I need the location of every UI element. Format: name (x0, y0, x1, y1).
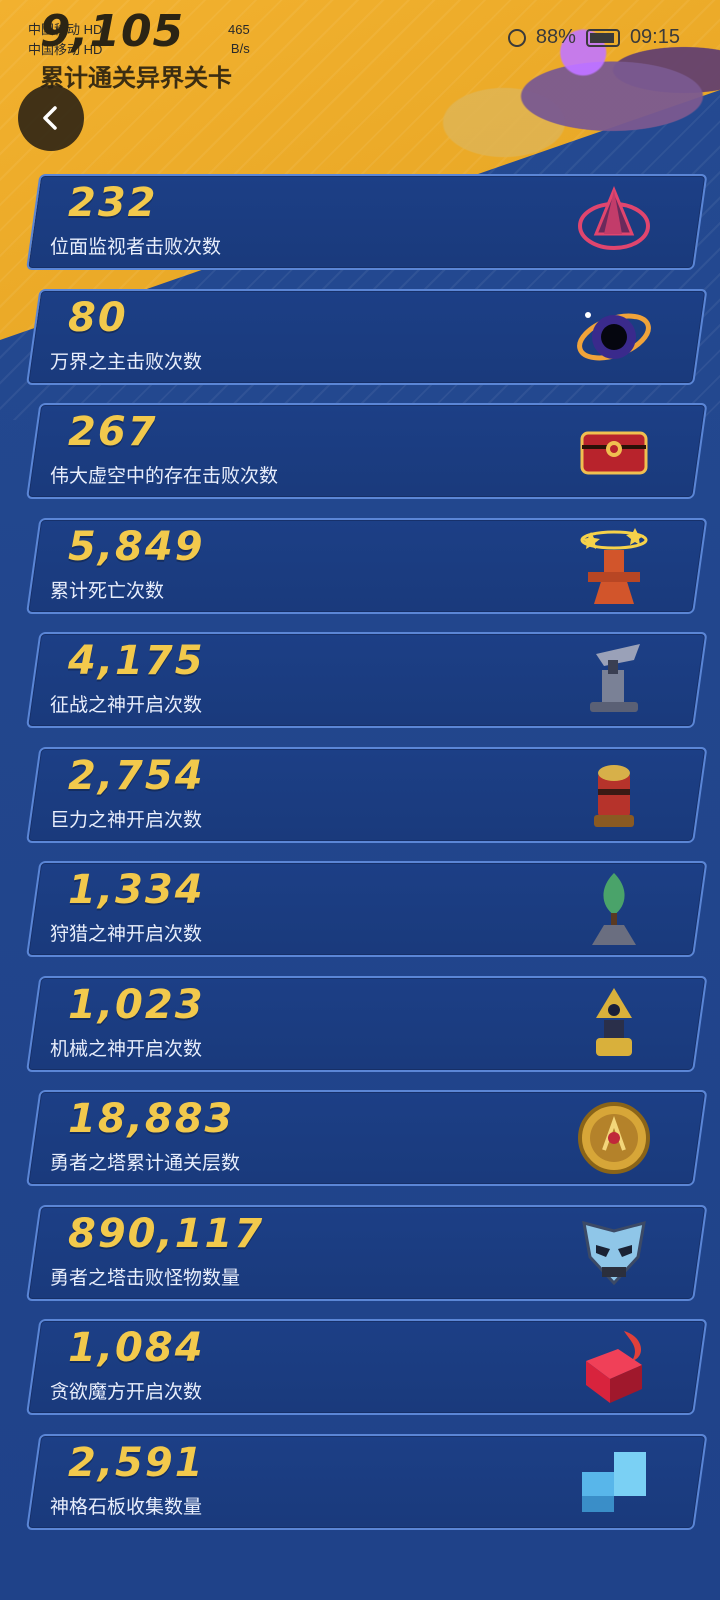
stat-label: 累计死亡次数 (50, 579, 165, 602)
back-button[interactable] (18, 85, 84, 151)
stat-value: 1,023 (68, 981, 205, 1028)
clock-time: 09:15 (629, 26, 680, 48)
war-totem-icon (574, 640, 654, 720)
stat-value: 80 (68, 294, 128, 341)
stat-card: 267 伟大虚空中的存在击败次数 (26, 403, 708, 499)
network-speed: 465 B/s (228, 20, 250, 58)
stat-value: 5,849 (68, 523, 205, 570)
stat-card: 80 万界之主击败次数 (26, 288, 708, 385)
battery-icon (585, 28, 620, 47)
black-hole-icon (574, 297, 654, 377)
monster-mask-icon (574, 1213, 654, 1293)
stat-card: 2,754 巨力之神开启次数 (26, 746, 708, 843)
stat-value: 2,754 (68, 752, 205, 799)
stat-value: 890,117 (68, 1210, 265, 1257)
status-right: 88% 09:15 (507, 26, 680, 49)
stat-value: 267 (68, 409, 158, 455)
stat-label: 机械之神开启次数 (50, 1037, 203, 1060)
stat-card: 1,023 机械之神开启次数 (26, 975, 708, 1072)
alarm-icon (507, 28, 526, 47)
red-chest-icon (574, 411, 654, 491)
stat-label: 勇者之塔累计通关层数 (50, 1152, 241, 1174)
might-totem-icon (574, 755, 654, 835)
stat-card: 1,334 狩猎之神开启次数 (26, 861, 708, 957)
battery-percent: 88% (535, 26, 576, 48)
stat-value: 18,883 (68, 1096, 235, 1142)
dizzy-dummy-icon (574, 526, 654, 606)
stat-card: 4,175 征战之神开启次数 (26, 632, 708, 728)
total-stages-value: 9,105 (40, 6, 185, 57)
stat-value: 2,591 (68, 1439, 205, 1486)
stat-card: 1,084 贪欲魔方开启次数 (26, 1319, 708, 1415)
stat-card: 890,117 勇者之塔击败怪物数量 (26, 1204, 708, 1301)
network-speed-value: 465 (228, 22, 250, 37)
stat-label: 神格石板收集数量 (50, 1495, 203, 1518)
stat-label: 巨力之神开启次数 (50, 808, 203, 831)
total-stages-label: 累计通关异界关卡 (40, 64, 232, 92)
stone-tablet-icon (574, 1442, 654, 1522)
crystal-pyramid-icon (574, 182, 654, 262)
stat-label: 贪欲魔方开启次数 (50, 1381, 203, 1403)
stat-value: 1,334 (68, 867, 205, 913)
stat-label: 勇者之塔击败怪物数量 (50, 1266, 241, 1289)
stat-label: 征战之神开启次数 (50, 694, 203, 716)
tower-medal-icon (574, 1098, 654, 1178)
greed-cube-icon (574, 1327, 654, 1407)
stat-value: 232 (68, 180, 158, 226)
stat-card: 18,883 勇者之塔累计通关层数 (26, 1090, 708, 1186)
stat-label: 位面监视者击败次数 (50, 236, 222, 258)
machine-totem-icon (574, 984, 654, 1064)
stat-value: 4,175 (68, 638, 205, 684)
stat-card: 5,849 累计死亡次数 (26, 517, 708, 614)
stat-label: 伟大虚空中的存在击败次数 (50, 465, 279, 487)
stat-label: 狩猎之神开启次数 (50, 923, 203, 945)
chevron-left-icon (43, 106, 57, 130)
hunt-totem-icon (574, 869, 654, 949)
network-speed-unit: B/s (230, 41, 250, 56)
stat-card: 2,591 神格石板收集数量 (26, 1433, 708, 1530)
stat-card: 232 位面监视者击败次数 (26, 174, 708, 270)
stat-label: 万界之主击败次数 (50, 350, 203, 373)
stat-value: 1,084 (68, 1325, 205, 1371)
